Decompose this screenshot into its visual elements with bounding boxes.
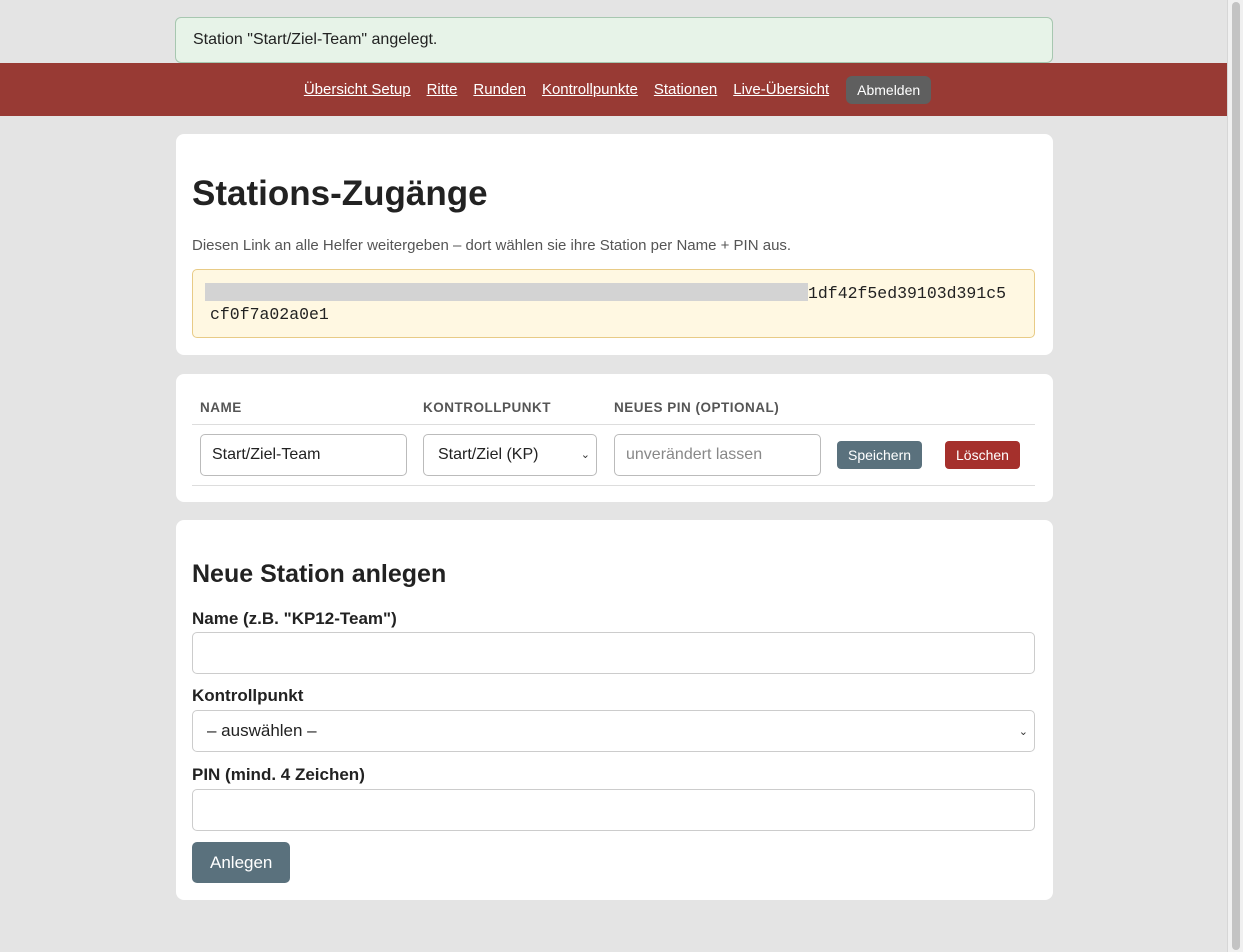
logout-button[interactable]: Abmelden <box>846 75 932 104</box>
flash-message: Station "Start/Ziel-Team" angelegt. <box>175 17 1053 63</box>
column-header-kontrollpunkt: KONTROLLPUNKT <box>415 394 606 425</box>
stations-table-card: NAME KONTROLLPUNKT NEUES PIN (OPTIONAL) … <box>176 374 1053 502</box>
stations-table: NAME KONTROLLPUNKT NEUES PIN (OPTIONAL) … <box>192 394 1035 486</box>
pin-label: PIN (mind. 4 Zeichen) <box>192 765 365 784</box>
station-name-input[interactable]: Start/Ziel-Team <box>200 433 407 476</box>
column-header-pin: NEUES PIN (OPTIONAL) <box>606 394 829 425</box>
main-nav: Übersicht Setup Ritte Runden Kontrollpun… <box>0 63 1227 116</box>
nav-link-live-overview[interactable]: Live-Übersicht <box>733 81 829 98</box>
page-title: Stations-Zugänge <box>192 174 488 213</box>
chevron-down-icon: ⌄ <box>580 449 590 461</box>
new-station-name-input[interactable] <box>192 632 1035 674</box>
name-label: Name (z.B. "KP12-Team") <box>192 609 397 628</box>
nav-link-ritte[interactable]: Ritte <box>427 81 458 98</box>
chevron-down-icon: ⌄ <box>1018 725 1028 738</box>
redacted-link-part <box>205 283 808 301</box>
new-station-title: Neue Station anlegen <box>192 560 447 588</box>
delete-button[interactable]: Löschen <box>945 440 1020 469</box>
kontrollpunkt-label: Kontrollpunkt <box>192 686 304 705</box>
new-station-kontrollpunkt-select[interactable]: – auswählen – ⌄ <box>192 710 1035 752</box>
nav-link-stationen[interactable]: Stationen <box>654 81 717 98</box>
new-station-card: Neue Station anlegen Name (z.B. "KP12-Te… <box>176 520 1053 900</box>
kontrollpunkt-selected-value: – auswählen – <box>207 721 317 740</box>
page-scrollbar[interactable] <box>1227 0 1243 952</box>
station-kontrollpunkt-select[interactable]: Start/Ziel (KP) ⌄ <box>423 433 597 476</box>
save-button[interactable]: Speichern <box>837 440 923 469</box>
column-header-save <box>829 394 937 425</box>
table-header-row: NAME KONTROLLPUNKT NEUES PIN (OPTIONAL) <box>192 394 1035 425</box>
nav-link-kontrollpunkte[interactable]: Kontrollpunkte <box>542 81 638 98</box>
scrollbar-thumb[interactable] <box>1232 2 1240 950</box>
link-line-1: 1df42f5ed39103d391c5 <box>205 283 1022 304</box>
link-line-2: cf0f7a02a0e1 <box>210 305 329 324</box>
station-access-card: Stations-Zugänge Diesen Link an alle Hel… <box>176 134 1053 355</box>
column-header-delete <box>937 394 1035 425</box>
station-kontrollpunkt-value: Start/Ziel (KP) <box>438 445 539 463</box>
new-station-pin-input[interactable] <box>192 789 1035 831</box>
link-visible-part-1: 1df42f5ed39103d391c5 <box>808 284 1007 303</box>
nav-link-overview-setup[interactable]: Übersicht Setup <box>304 81 411 98</box>
create-station-button[interactable]: Anlegen <box>192 842 291 883</box>
column-header-name: NAME <box>192 394 415 425</box>
station-pin-input[interactable]: unverändert lassen <box>614 433 821 476</box>
access-hint: Diesen Link an alle Helfer weitergeben –… <box>192 237 792 254</box>
station-link-box[interactable]: 1df42f5ed39103d391c5 cf0f7a02a0e1 <box>192 269 1035 338</box>
table-row: Start/Ziel-Team Start/Ziel (KP) ⌄ unverän… <box>192 424 1035 486</box>
nav-link-runden[interactable]: Runden <box>473 81 526 98</box>
